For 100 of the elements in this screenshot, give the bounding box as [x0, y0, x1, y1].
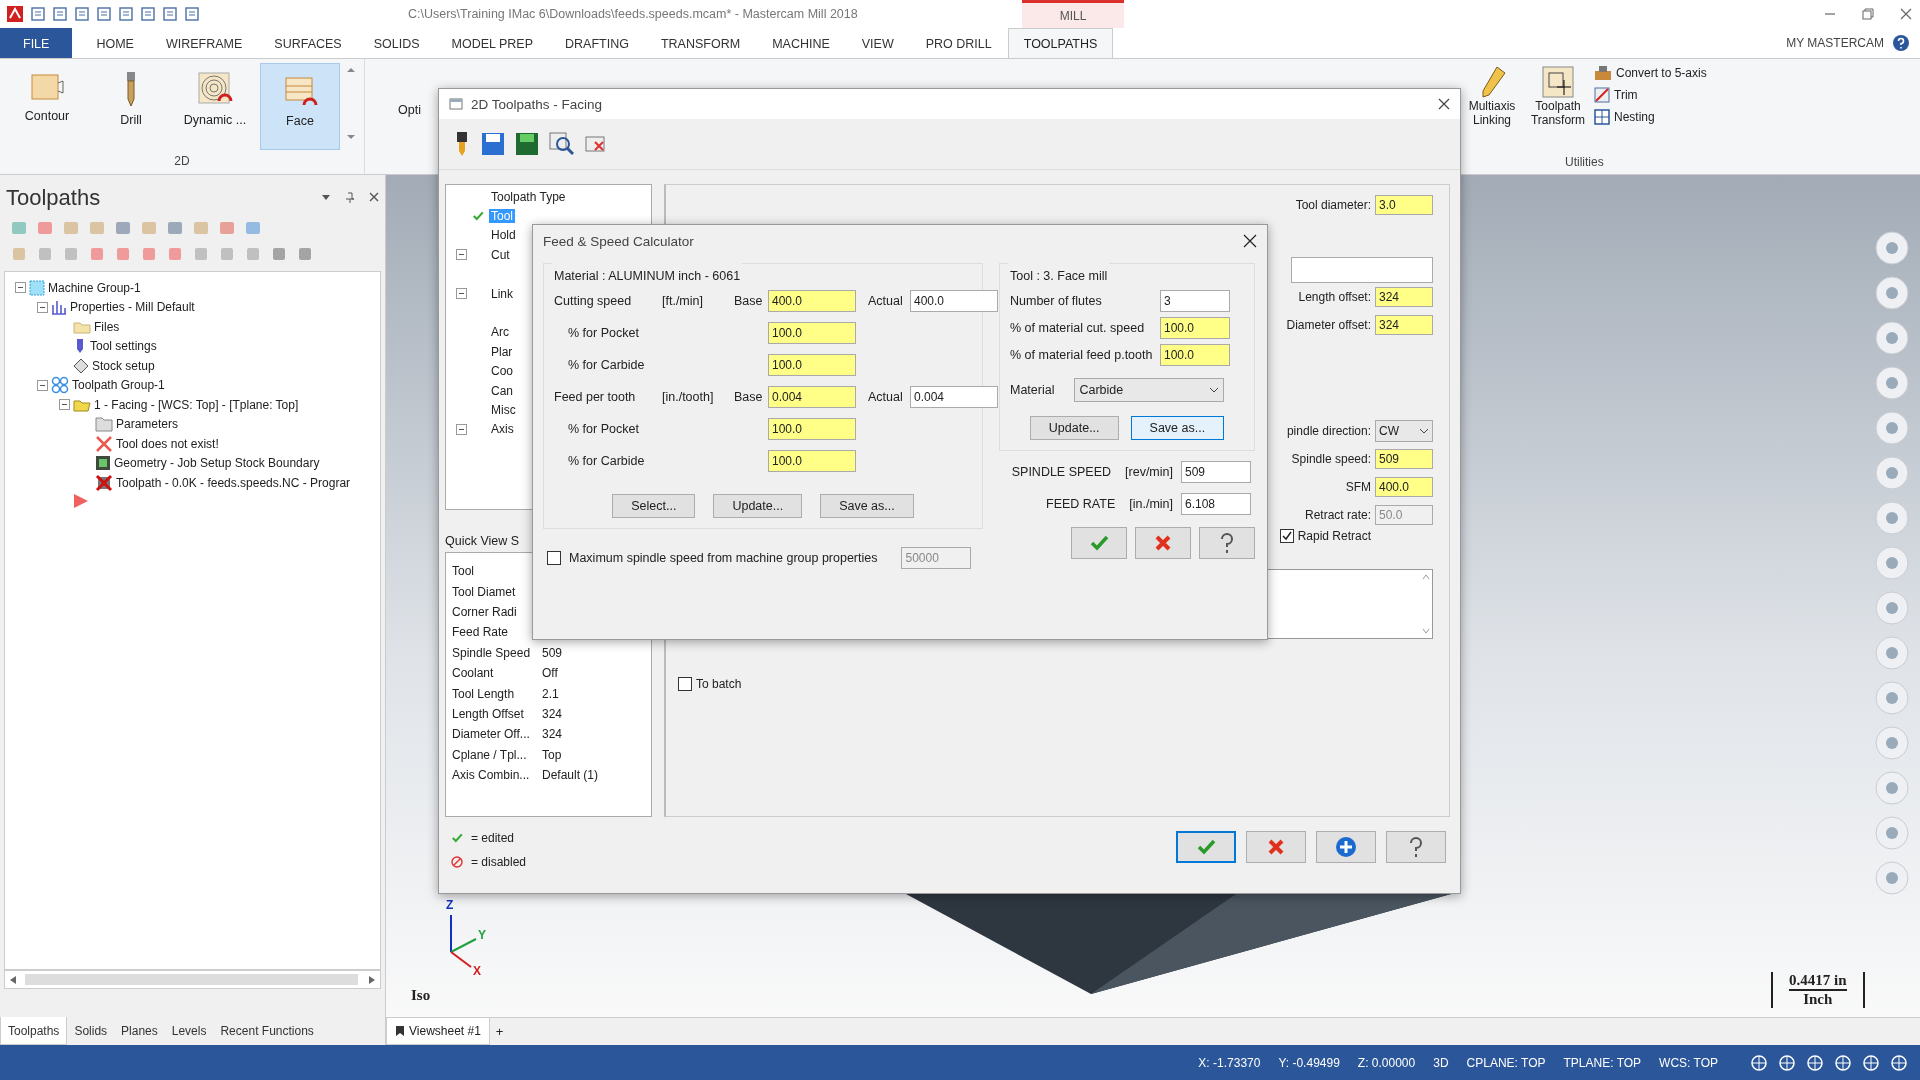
scroll-up-icon[interactable]: [346, 65, 356, 75]
delete-icon[interactable]: [585, 134, 607, 154]
collapse-toggle[interactable]: [456, 249, 467, 261]
scroll-left-icon[interactable]: [9, 974, 17, 985]
tree-item[interactable]: Stock setup: [92, 358, 155, 373]
collapse-toggle[interactable]: [15, 282, 26, 294]
ok-button[interactable]: [1071, 527, 1127, 559]
tree-item[interactable]: Plar: [489, 344, 515, 359]
push-button[interactable]: Select...: [612, 494, 696, 518]
tree-item[interactable]: Coo: [489, 364, 515, 379]
ribbon-tab[interactable]: FILE: [0, 28, 73, 58]
ribbon-button[interactable]: Drill: [92, 63, 170, 150]
push-button[interactable]: Update...: [713, 494, 803, 518]
tree-item[interactable]: Hold: [489, 228, 518, 243]
input-field[interactable]: [1291, 257, 1433, 283]
close-icon[interactable]: [1243, 234, 1257, 248]
status-item[interactable]: 3D: [1433, 1055, 1449, 1070]
dropdown[interactable]: Carbide: [1074, 378, 1225, 402]
dropdown[interactable]: CW: [1375, 420, 1433, 442]
number-field[interactable]: 400.0: [910, 290, 998, 312]
tree-item[interactable]: Arc: [489, 325, 511, 340]
magnifier-icon[interactable]: [549, 132, 575, 156]
ribbon-tab[interactable]: WIREFRAME: [149, 28, 259, 58]
restore-icon[interactable]: [1862, 8, 1874, 20]
ribbon-button[interactable]: Multiaxis Linking: [1462, 65, 1522, 151]
account-link[interactable]: MY MASTERCAM: [1786, 36, 1884, 50]
checkbox[interactable]: [547, 551, 561, 565]
sphere-icon[interactable]: [1834, 1053, 1852, 1072]
ribbon-button[interactable]: Trim: [1594, 87, 1707, 103]
ribbon-tab[interactable]: HOME: [80, 28, 150, 58]
ribbon-button[interactable]: Convert to 5-axis: [1594, 65, 1707, 81]
number-field[interactable]: 100.0: [768, 450, 856, 472]
collapse-toggle[interactable]: [59, 399, 70, 411]
push-button[interactable]: Save as...: [820, 494, 914, 518]
number-field[interactable]: 400.0: [768, 290, 856, 312]
push-button[interactable]: Update...: [1029, 416, 1119, 440]
tree-item[interactable]: Properties - Mill Default: [70, 300, 195, 315]
tree-item[interactable]: Can: [489, 383, 515, 398]
ribbon-button[interactable]: Opti: [398, 103, 421, 117]
number-field[interactable]: 509: [1375, 449, 1433, 469]
scroll-right-icon[interactable]: [368, 974, 376, 985]
number-field[interactable]: 100.0: [768, 418, 856, 440]
tree-item[interactable]: 1 - Facing - [WCS: Top] - [Tplane: Top]: [94, 397, 299, 412]
panel-tab[interactable]: Planes: [114, 1017, 165, 1045]
tree-item[interactable]: Toolpath - 0.0K - feeds.speeds.NC - Prograr: [116, 475, 351, 490]
ribbon-button[interactable]: Face: [260, 63, 340, 150]
close-icon[interactable]: [1438, 98, 1450, 110]
cancel-button[interactable]: [1246, 831, 1306, 863]
collapse-toggle[interactable]: [456, 288, 467, 300]
tree-item[interactable]: Machine Group-1: [48, 280, 141, 295]
ribbon-button[interactable]: Contour: [8, 63, 86, 150]
ok-button[interactable]: [1176, 831, 1236, 863]
tree-item[interactable]: Tool does not exist!: [116, 436, 219, 451]
ribbon-tab[interactable]: PRO DRILL: [909, 28, 1008, 58]
tree-item[interactable]: Files: [94, 319, 120, 334]
ribbon-tab[interactable]: SURFACES: [258, 28, 358, 58]
number-field[interactable]: 3.0: [1375, 195, 1433, 215]
number-field[interactable]: 6.108: [1181, 493, 1251, 515]
collapse-toggle[interactable]: [37, 379, 48, 391]
dropdown-icon[interactable]: [321, 192, 331, 202]
collapse-toggle[interactable]: [37, 301, 48, 313]
ribbon-tab[interactable]: TOOLPATHS: [1007, 28, 1114, 58]
pin-icon[interactable]: [345, 192, 355, 204]
cancel-button[interactable]: [1135, 527, 1191, 559]
number-field[interactable]: 509: [1181, 461, 1251, 483]
ribbon-button[interactable]: Dynamic ...: [176, 63, 254, 150]
number-field[interactable]: 324: [1375, 287, 1433, 307]
tree-item[interactable]: Cut: [489, 247, 512, 262]
scrollbar-thumb[interactable]: [25, 974, 358, 985]
number-field[interactable]: 0.004: [768, 386, 856, 408]
number-field[interactable]: 324: [1375, 315, 1433, 335]
add-tab-button[interactable]: +: [489, 1018, 510, 1045]
checkbox[interactable]: [678, 677, 692, 691]
status-item[interactable]: WCS: TOP: [1659, 1055, 1718, 1070]
tree-item[interactable]: Misc: [489, 403, 518, 417]
add-button[interactable]: [1316, 831, 1376, 863]
checkbox[interactable]: [1279, 529, 1294, 543]
push-button[interactable]: Save as...: [1130, 416, 1225, 440]
ribbon-tab[interactable]: TRANSFORM: [644, 28, 757, 58]
number-field[interactable]: 3: [1160, 290, 1230, 312]
panel-tab[interactable]: Solids: [67, 1017, 115, 1045]
tree-item[interactable]: Geometry - Job Setup Stock Boundary: [114, 456, 320, 471]
number-field[interactable]: 100.0: [768, 322, 856, 344]
help-button[interactable]: [1199, 527, 1255, 559]
number-field[interactable]: 100.0: [1160, 344, 1230, 366]
panel-tab[interactable]: Levels: [164, 1017, 214, 1045]
ribbon-tab[interactable]: MODEL PREP: [435, 28, 550, 58]
ribbon-button[interactable]: Toolpath Transform: [1528, 65, 1588, 151]
panel-tab[interactable]: Recent Functions: [213, 1017, 321, 1045]
panel-tab[interactable]: Toolpaths: [0, 1017, 68, 1045]
help-button[interactable]: [1386, 831, 1446, 863]
sphere-icon[interactable]: [1890, 1053, 1908, 1072]
number-field[interactable]: 100.0: [768, 354, 856, 376]
tree-item[interactable]: Parameters: [116, 417, 179, 432]
tree-item[interactable]: Toolpath Group-1: [72, 378, 165, 393]
ribbon-tab[interactable]: DRAFTING: [549, 28, 645, 58]
ribbon-tab[interactable]: SOLIDS: [357, 28, 436, 58]
tree-item[interactable]: Tool settings: [90, 339, 157, 354]
status-item[interactable]: TPLANE: TOP: [1563, 1055, 1642, 1070]
ribbon-tab[interactable]: VIEW: [845, 28, 910, 58]
